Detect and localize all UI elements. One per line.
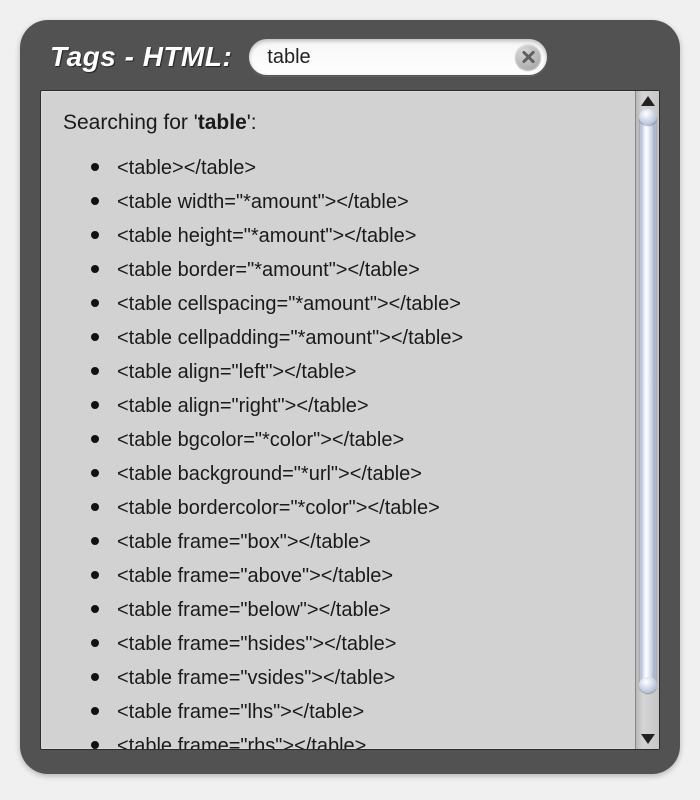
tags-panel: Tags - HTML: Searching for 'table': <tab… [20,20,680,774]
list-item[interactable]: <table frame="lhs"></table> [91,695,617,729]
scroll-thumb[interactable] [640,113,656,689]
list-item[interactable]: <table bgcolor="*color"></table> [91,423,617,457]
search-prefix: Searching for ' [63,111,198,134]
scroll-down-icon[interactable] [641,734,655,744]
list-item[interactable]: <table bordercolor="*color"></table> [91,491,617,525]
search-suffix: ': [247,111,257,134]
results-list: <table></table><table width="*amount"></… [63,151,617,749]
content-frame: Searching for 'table': <table></table><t… [40,90,660,750]
list-item[interactable]: <table align="right"></table> [91,389,617,423]
list-item[interactable]: <table></table> [91,151,617,185]
list-item[interactable]: <table cellpadding="*amount"></table> [91,321,617,355]
close-icon [521,50,535,64]
list-item[interactable]: <table height="*amount"></table> [91,219,617,253]
list-item[interactable]: <table align="left"></table> [91,355,617,389]
list-item[interactable]: <table frame="vsides"></table> [91,661,617,695]
scroll-up-icon[interactable] [641,96,655,106]
scrollbar[interactable] [635,91,659,749]
search-status: Searching for 'table': [63,105,617,141]
list-item[interactable]: <table width="*amount"></table> [91,185,617,219]
search-wrap [248,38,548,76]
list-item[interactable]: <table background="*url"></table> [91,457,617,491]
list-item[interactable]: <table frame="above"></table> [91,559,617,593]
list-item[interactable]: <table frame="box"></table> [91,525,617,559]
search-term: table [198,111,247,134]
search-input[interactable] [248,38,548,76]
list-item[interactable]: <table frame="below"></table> [91,593,617,627]
list-item[interactable]: <table frame="rhs"></table> [91,729,617,749]
list-item[interactable]: <table frame="hsides"></table> [91,627,617,661]
list-item[interactable]: <table cellspacing="*amount"></table> [91,287,617,321]
clear-search-button[interactable] [515,44,541,70]
panel-header: Tags - HTML: [40,34,660,90]
panel-title: Tags - HTML: [50,41,232,73]
list-item[interactable]: <table border="*amount"></table> [91,253,617,287]
content-area: Searching for 'table': <table></table><t… [41,91,635,749]
